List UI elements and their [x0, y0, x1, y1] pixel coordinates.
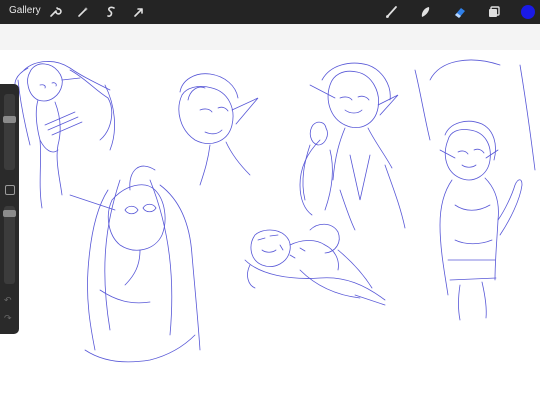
- sketch-artwork: [14, 59, 536, 363]
- sketch-figure-freckled-elf: [178, 73, 259, 186]
- wrench-icon[interactable]: [46, 3, 64, 21]
- magic-wand-icon[interactable]: [74, 3, 92, 21]
- modify-button[interactable]: [5, 185, 15, 195]
- sketch-figure-archer: [14, 61, 115, 209]
- brush-size-slider[interactable]: [3, 94, 16, 170]
- undo-icon[interactable]: ↶: [4, 296, 12, 306]
- selection-icon[interactable]: [102, 3, 120, 21]
- sketch-figure-sleeping-pair: [244, 223, 386, 306]
- brush-icon[interactable]: [383, 3, 401, 21]
- sketch-figure-elf-with-cat: [299, 62, 406, 231]
- canvas-top-strip: [0, 24, 540, 50]
- layers-icon[interactable]: [485, 3, 503, 21]
- transform-arrow-icon[interactable]: [130, 3, 148, 21]
- color-swatch-icon[interactable]: [519, 3, 537, 21]
- sketch-figure-standing-elf: [414, 59, 536, 321]
- eraser-icon[interactable]: [451, 3, 469, 21]
- opacity-slider[interactable]: [3, 206, 16, 284]
- left-sidebar: ↶ ↷: [0, 84, 19, 334]
- top-toolbar: Gallery: [0, 0, 540, 24]
- redo-icon[interactable]: ↷: [4, 314, 12, 324]
- brush-size-thumb[interactable]: [3, 116, 16, 123]
- sketch-figure-masked-elf: [69, 165, 201, 363]
- drawing-canvas[interactable]: [0, 50, 540, 405]
- gallery-button[interactable]: Gallery: [9, 5, 41, 16]
- opacity-thumb[interactable]: [3, 210, 16, 217]
- smudge-icon[interactable]: [417, 3, 435, 21]
